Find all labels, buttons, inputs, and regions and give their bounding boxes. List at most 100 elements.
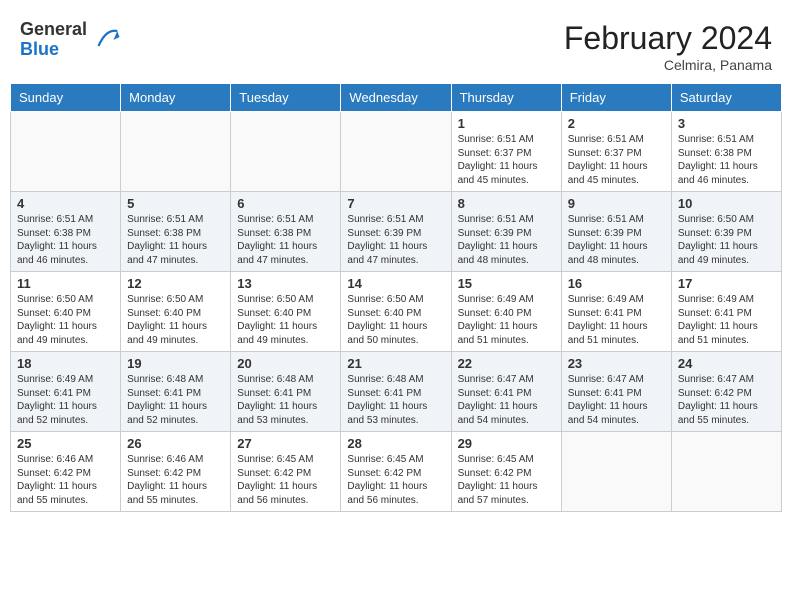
calendar-cell: 5 Sunrise: 6:51 AMSunset: 6:38 PMDaylight… [121, 192, 231, 272]
calendar-cell: 1 Sunrise: 6:51 AMSunset: 6:37 PMDaylight… [451, 112, 561, 192]
day-info: Sunrise: 6:47 AMSunset: 6:41 PMDaylight:… [458, 373, 555, 427]
day-info: Sunrise: 6:49 AMSunset: 6:41 PMDaylight:… [17, 373, 114, 427]
logo-general: General [20, 20, 87, 40]
day-info: Sunrise: 6:51 AMSunset: 6:39 PMDaylight:… [568, 213, 665, 267]
day-info: Sunrise: 6:47 AMSunset: 6:41 PMDaylight:… [568, 373, 665, 427]
day-info: Sunrise: 6:51 AMSunset: 6:38 PMDaylight:… [678, 133, 775, 187]
calendar-cell: 28 Sunrise: 6:45 AMSunset: 6:42 PMDayligh… [341, 432, 451, 512]
day-info: Sunrise: 6:46 AMSunset: 6:42 PMDaylight:… [17, 453, 114, 507]
day-info: Sunrise: 6:51 AMSunset: 6:39 PMDaylight:… [458, 213, 555, 267]
logo-icon [91, 25, 121, 55]
calendar-cell: 14 Sunrise: 6:50 AMSunset: 6:40 PMDayligh… [341, 272, 451, 352]
calendar-cell [231, 112, 341, 192]
calendar-cell: 19Sunrise: 6:48 AMSunset: 6:41 PMDayligh… [121, 352, 231, 432]
day-number: 17 [678, 276, 775, 291]
day-number: 23 [568, 356, 665, 371]
day-info: Sunrise: 6:47 AMSunset: 6:42 PMDaylight:… [678, 373, 775, 427]
calendar-cell: 21Sunrise: 6:48 AMSunset: 6:41 PMDayligh… [341, 352, 451, 432]
day-info: Sunrise: 6:50 AMSunset: 6:40 PMDaylight:… [237, 293, 334, 347]
day-info: Sunrise: 6:51 AMSunset: 6:38 PMDaylight:… [17, 213, 114, 267]
calendar-week-row: 4 Sunrise: 6:51 AMSunset: 6:38 PMDaylight… [11, 192, 782, 272]
calendar-cell [561, 432, 671, 512]
calendar-week-row: 25 Sunrise: 6:46 AMSunset: 6:42 PMDayligh… [11, 432, 782, 512]
day-number: 15 [458, 276, 555, 291]
day-number: 13 [237, 276, 334, 291]
calendar-cell [671, 432, 781, 512]
day-number: 10 [678, 196, 775, 211]
day-number: 26 [127, 436, 224, 451]
calendar-cell: 13 Sunrise: 6:50 AMSunset: 6:40 PMDayligh… [231, 272, 341, 352]
location: Celmira, Panama [564, 57, 772, 73]
calendar-cell: 18Sunrise: 6:49 AMSunset: 6:41 PMDayligh… [11, 352, 121, 432]
logo-text: General Blue [20, 20, 87, 60]
day-info: Sunrise: 6:48 AMSunset: 6:41 PMDaylight:… [127, 373, 224, 427]
day-number: 5 [127, 196, 224, 211]
day-info: Sunrise: 6:50 AMSunset: 6:40 PMDaylight:… [127, 293, 224, 347]
col-header-monday: Monday [121, 84, 231, 112]
calendar-cell: 25 Sunrise: 6:46 AMSunset: 6:42 PMDayligh… [11, 432, 121, 512]
day-info: Sunrise: 6:51 AMSunset: 6:38 PMDaylight:… [127, 213, 224, 267]
month-year: February 2024 [564, 20, 772, 57]
day-info: Sunrise: 6:50 AMSunset: 6:40 PMDaylight:… [347, 293, 444, 347]
title-block: February 2024 Celmira, Panama [564, 20, 772, 73]
calendar-cell: 23 Sunrise: 6:47 AMSunset: 6:41 PMDayligh… [561, 352, 671, 432]
calendar-cell: 2 Sunrise: 6:51 AMSunset: 6:37 PMDaylight… [561, 112, 671, 192]
calendar-cell: 26 Sunrise: 6:46 AMSunset: 6:42 PMDayligh… [121, 432, 231, 512]
day-number: 2 [568, 116, 665, 131]
calendar-cell: 11 Sunrise: 6:50 AMSunset: 6:40 PMDayligh… [11, 272, 121, 352]
day-info: Sunrise: 6:49 AMSunset: 6:41 PMDaylight:… [678, 293, 775, 347]
day-number: 4 [17, 196, 114, 211]
day-info: Sunrise: 6:46 AMSunset: 6:42 PMDaylight:… [127, 453, 224, 507]
calendar-table: SundayMondayTuesdayWednesdayThursdayFrid… [10, 83, 782, 512]
day-number: 14 [347, 276, 444, 291]
calendar-cell: 22 Sunrise: 6:47 AMSunset: 6:41 PMDayligh… [451, 352, 561, 432]
day-number: 9 [568, 196, 665, 211]
calendar-week-row: 18Sunrise: 6:49 AMSunset: 6:41 PMDayligh… [11, 352, 782, 432]
calendar-cell: 20 Sunrise: 6:48 AMSunset: 6:41 PMDayligh… [231, 352, 341, 432]
day-info: Sunrise: 6:51 AMSunset: 6:39 PMDaylight:… [347, 213, 444, 267]
day-number: 24 [678, 356, 775, 371]
calendar-week-row: 1 Sunrise: 6:51 AMSunset: 6:37 PMDaylight… [11, 112, 782, 192]
calendar-week-row: 11 Sunrise: 6:50 AMSunset: 6:40 PMDayligh… [11, 272, 782, 352]
col-header-sunday: Sunday [11, 84, 121, 112]
calendar-cell: 8 Sunrise: 6:51 AMSunset: 6:39 PMDaylight… [451, 192, 561, 272]
day-number: 3 [678, 116, 775, 131]
col-header-saturday: Saturday [671, 84, 781, 112]
calendar-cell: 24 Sunrise: 6:47 AMSunset: 6:42 PMDayligh… [671, 352, 781, 432]
col-header-thursday: Thursday [451, 84, 561, 112]
calendar-cell [121, 112, 231, 192]
day-info: Sunrise: 6:45 AMSunset: 6:42 PMDaylight:… [347, 453, 444, 507]
calendar-cell: 3 Sunrise: 6:51 AMSunset: 6:38 PMDaylight… [671, 112, 781, 192]
calendar-cell [341, 112, 451, 192]
day-info: Sunrise: 6:51 AMSunset: 6:37 PMDaylight:… [568, 133, 665, 187]
day-number: 25 [17, 436, 114, 451]
calendar-cell: 10 Sunrise: 6:50 AMSunset: 6:39 PMDayligh… [671, 192, 781, 272]
day-info: Sunrise: 6:50 AMSunset: 6:39 PMDaylight:… [678, 213, 775, 267]
day-number: 6 [237, 196, 334, 211]
calendar-cell: 9 Sunrise: 6:51 AMSunset: 6:39 PMDaylight… [561, 192, 671, 272]
day-number: 8 [458, 196, 555, 211]
calendar-cell: 27Sunrise: 6:45 AMSunset: 6:42 PMDayligh… [231, 432, 341, 512]
day-number: 27 [237, 436, 334, 451]
day-number: 12 [127, 276, 224, 291]
day-number: 1 [458, 116, 555, 131]
day-info: Sunrise: 6:50 AMSunset: 6:40 PMDaylight:… [17, 293, 114, 347]
calendar-cell: 6Sunrise: 6:51 AMSunset: 6:38 PMDaylight… [231, 192, 341, 272]
day-number: 22 [458, 356, 555, 371]
col-header-tuesday: Tuesday [231, 84, 341, 112]
calendar-cell: 7 Sunrise: 6:51 AMSunset: 6:39 PMDaylight… [341, 192, 451, 272]
logo: General Blue [20, 20, 121, 60]
day-info: Sunrise: 6:48 AMSunset: 6:41 PMDaylight:… [237, 373, 334, 427]
day-number: 20 [237, 356, 334, 371]
day-number: 7 [347, 196, 444, 211]
day-number: 28 [347, 436, 444, 451]
day-number: 29 [458, 436, 555, 451]
day-info: Sunrise: 6:49 AMSunset: 6:41 PMDaylight:… [568, 293, 665, 347]
calendar-cell: 15Sunrise: 6:49 AMSunset: 6:40 PMDayligh… [451, 272, 561, 352]
calendar-cell: 12 Sunrise: 6:50 AMSunset: 6:40 PMDayligh… [121, 272, 231, 352]
page-header: General Blue February 2024 Celmira, Pana… [10, 10, 782, 78]
day-number: 11 [17, 276, 114, 291]
day-info: Sunrise: 6:45 AMSunset: 6:42 PMDaylight:… [458, 453, 555, 507]
day-info: Sunrise: 6:51 AMSunset: 6:37 PMDaylight:… [458, 133, 555, 187]
calendar-cell: 29 Sunrise: 6:45 AMSunset: 6:42 PMDayligh… [451, 432, 561, 512]
